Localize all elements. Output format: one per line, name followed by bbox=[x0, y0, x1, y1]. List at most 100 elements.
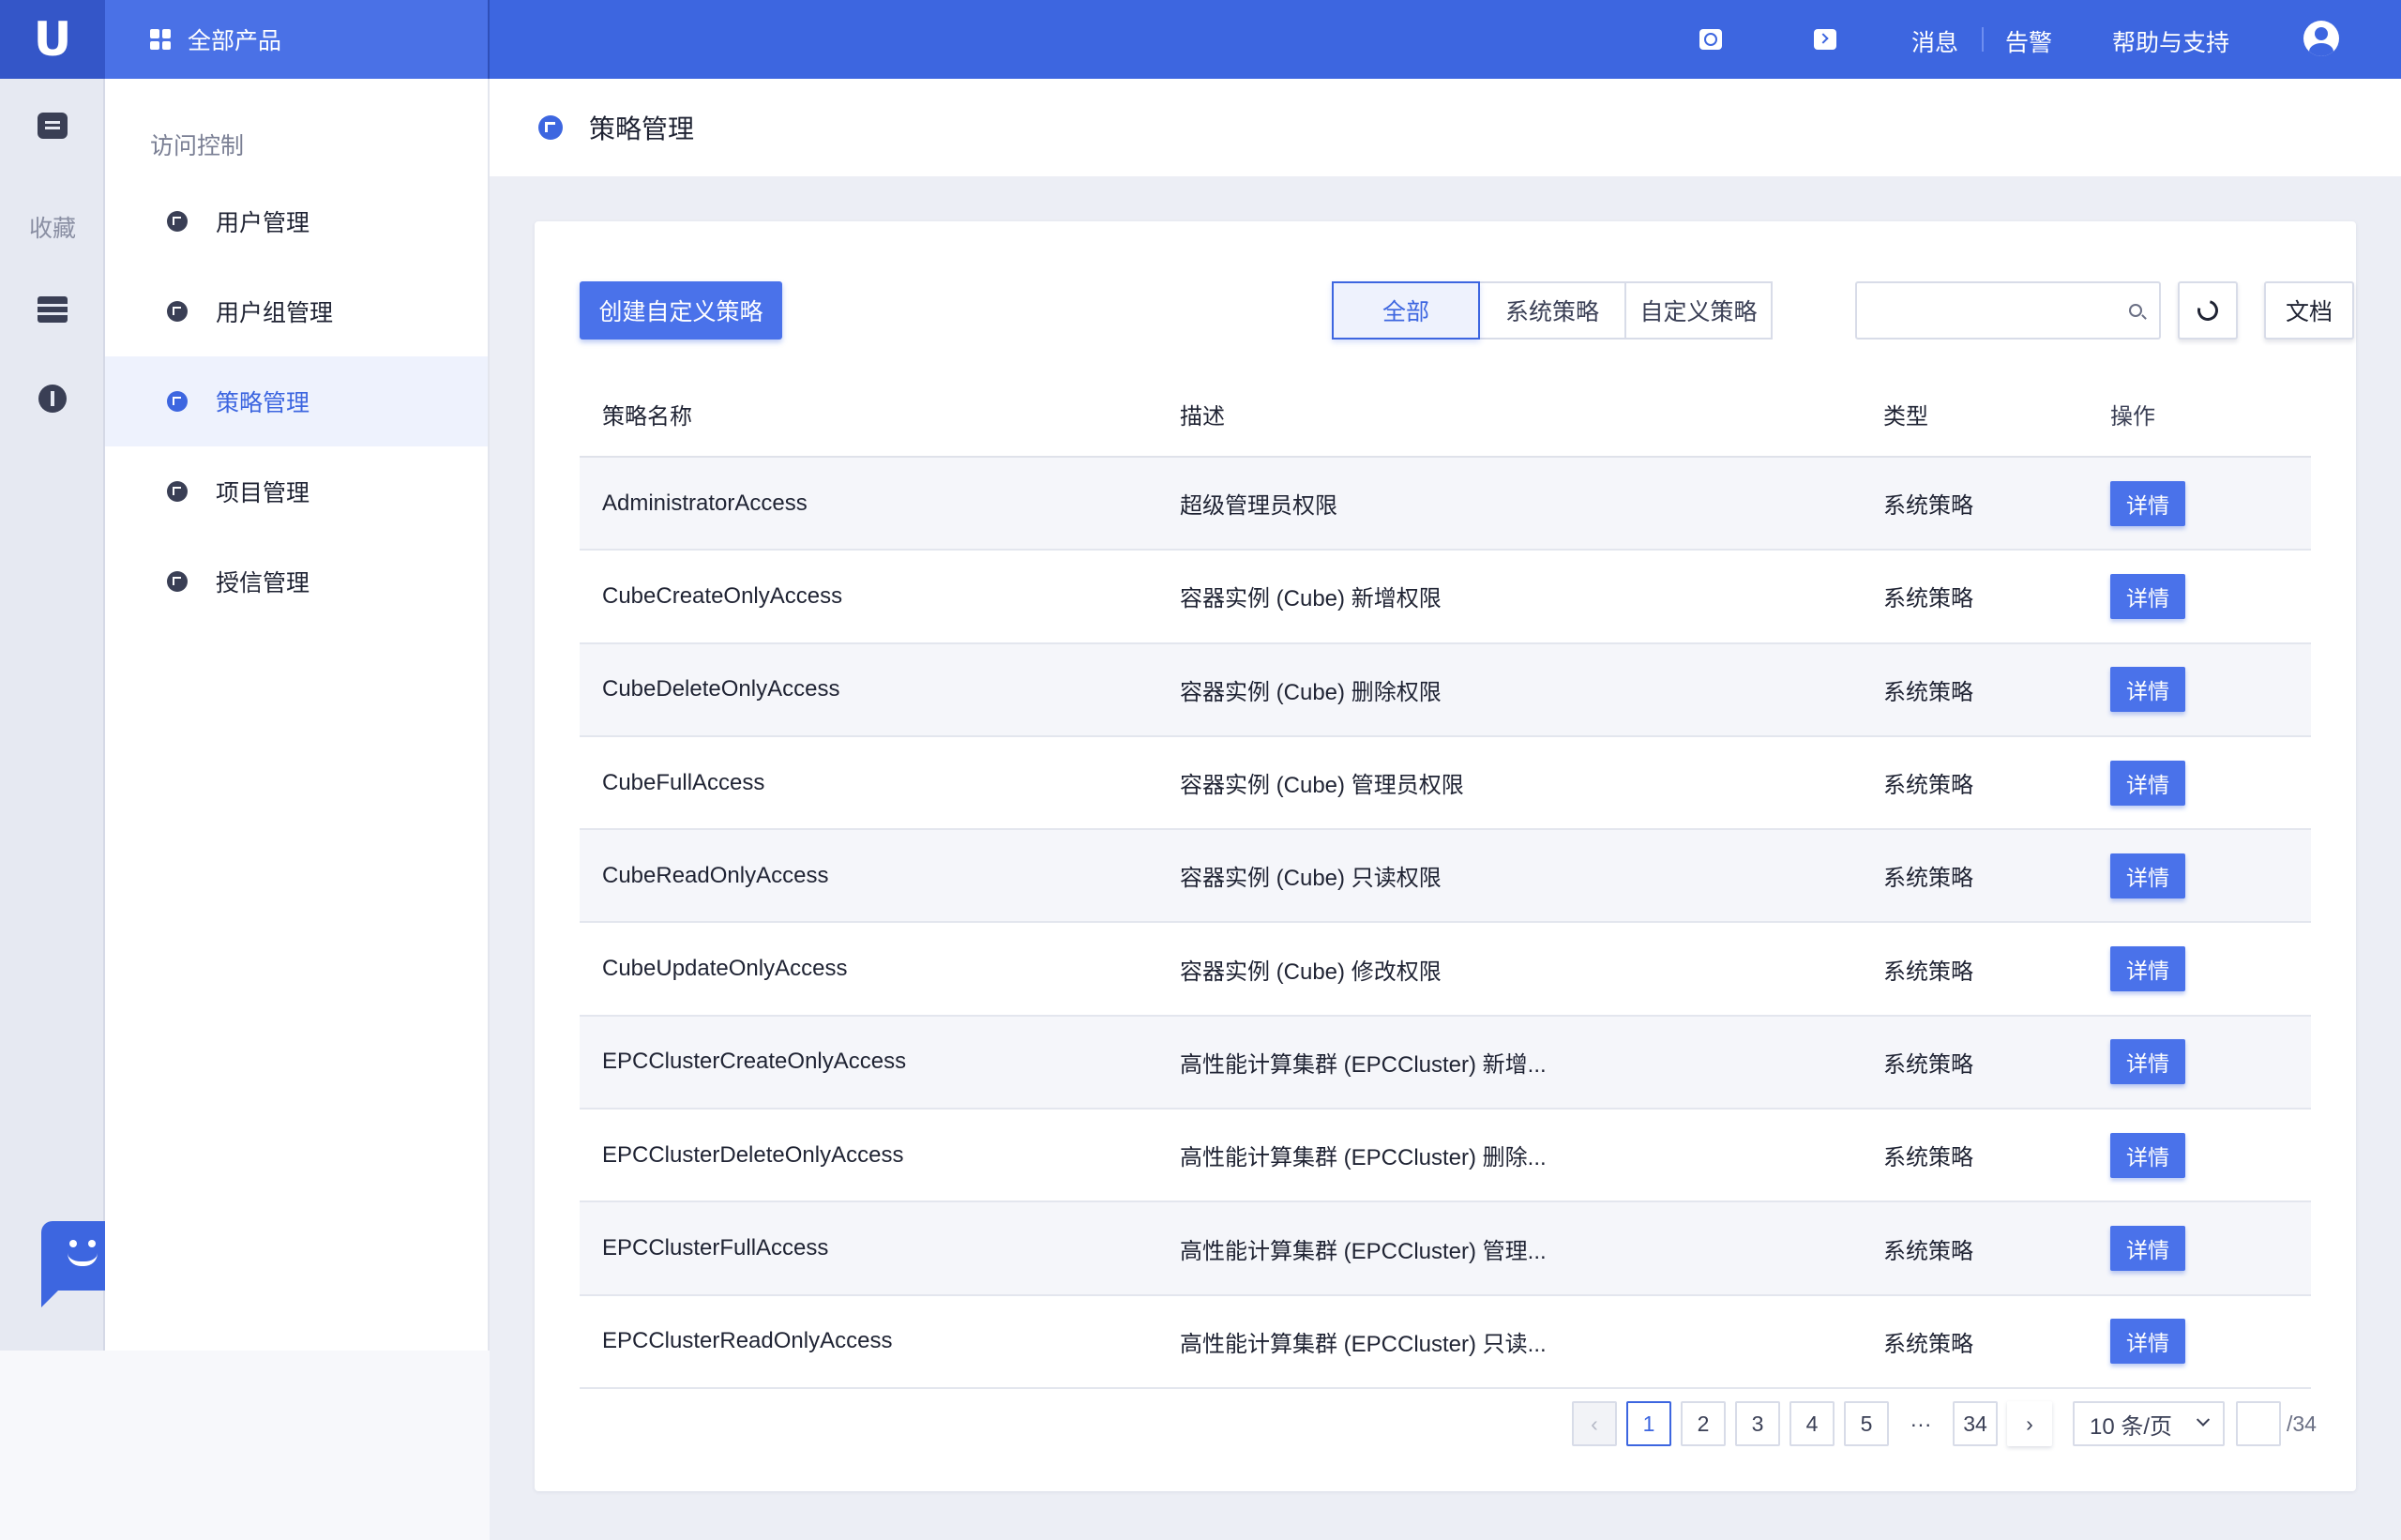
logo-mark: U bbox=[33, 12, 72, 67]
table-row: EPCClusterReadOnlyAccess 高性能计算集群 (EPCClus… bbox=[580, 1296, 2311, 1389]
policy-desc: 容器实例 (Cube) 只读权限 bbox=[1180, 866, 1442, 892]
policy-desc: 容器实例 (Cube) 管理员权限 bbox=[1180, 773, 1464, 799]
server-icon[interactable] bbox=[38, 296, 68, 323]
policy-action: 详情 bbox=[2110, 480, 2311, 526]
filter-system[interactable]: 系统策略 bbox=[1478, 281, 1626, 340]
top-divider bbox=[1982, 27, 1984, 52]
refresh-button[interactable] bbox=[2178, 281, 2238, 340]
search-icon[interactable] bbox=[2129, 304, 2142, 317]
help-support-link[interactable]: 帮助与支持 bbox=[2112, 24, 2229, 58]
page-4-button[interactable]: 4 bbox=[1789, 1401, 1835, 1446]
detail-button[interactable]: 详情 bbox=[2110, 853, 2185, 898]
search-icon[interactable] bbox=[1699, 29, 1722, 50]
pagination: ‹ 1 2 3 4 5 ··· 34 › 10 条/页 /34 bbox=[1572, 1401, 2317, 1446]
detail-button[interactable]: 详情 bbox=[2110, 946, 2185, 992]
icon-rail: 收藏 bbox=[0, 79, 105, 1351]
monitor-icon[interactable] bbox=[38, 113, 68, 139]
logo[interactable]: U bbox=[0, 0, 105, 79]
table-row: CubeFullAccess 容器实例 (Cube) 管理员权限 系统策略 详情 bbox=[580, 737, 2311, 831]
table-row: CubeCreateOnlyAccess 容器实例 (Cube) 新增权限 系统策略… bbox=[580, 551, 2311, 644]
chevron-down-icon bbox=[2196, 1412, 2211, 1427]
favorites-label[interactable]: 收藏 bbox=[0, 210, 105, 244]
cursor-icon bbox=[538, 115, 563, 140]
policy-type: 系统策略 bbox=[1883, 773, 1973, 799]
top-bar: U 全部产品 消息 告警 帮助与支持 bbox=[0, 0, 2401, 79]
column-header-type: 类型 bbox=[1883, 403, 1928, 430]
table-row: CubeUpdateOnlyAccess 容器实例 (Cube) 修改权限 系统策略… bbox=[580, 923, 2311, 1017]
detail-button[interactable]: 详情 bbox=[2110, 1039, 2185, 1085]
search-input[interactable] bbox=[1868, 293, 2112, 328]
policy-action: 详情 bbox=[2110, 573, 2311, 619]
policy-action: 详情 bbox=[2110, 1319, 2311, 1365]
table-row: CubeDeleteOnlyAccess 容器实例 (Cube) 删除权限 系统策略… bbox=[580, 643, 2311, 737]
policy-desc: 容器实例 (Cube) 新增权限 bbox=[1180, 586, 1442, 612]
detail-button[interactable]: 详情 bbox=[2110, 480, 2185, 526]
secondary-nav: 访问控制 用户管理 用户组管理 策略管理 项目管理 授信管理 bbox=[105, 79, 490, 1351]
subnav-item-projects[interactable]: 项目管理 bbox=[105, 446, 488, 536]
page-jump-input[interactable] bbox=[2236, 1401, 2281, 1446]
policy-type: 系统策略 bbox=[1883, 679, 1973, 705]
policy-type: 系统策略 bbox=[1883, 586, 1973, 612]
docs-button[interactable]: 文档 bbox=[2264, 281, 2354, 340]
network-icon[interactable] bbox=[38, 385, 67, 413]
table-header: 策略名称 描述 类型 操作 bbox=[580, 371, 2311, 458]
detail-button[interactable]: 详情 bbox=[2110, 667, 2185, 713]
page-title: 策略管理 bbox=[589, 114, 695, 143]
table-row: EPCClusterFullAccess 高性能计算集群 (EPCCluster)… bbox=[580, 1202, 2311, 1296]
page-5-button[interactable]: 5 bbox=[1844, 1401, 1889, 1446]
detail-button[interactable]: 详情 bbox=[2110, 1226, 2185, 1272]
detail-button[interactable]: 详情 bbox=[2110, 1319, 2185, 1365]
cursor-icon bbox=[167, 481, 188, 502]
subnav-item-label: 策略管理 bbox=[216, 390, 310, 416]
column-header-name: 策略名称 bbox=[602, 403, 692, 430]
subnav-item-label: 项目管理 bbox=[216, 480, 310, 506]
user-avatar-icon[interactable] bbox=[2303, 21, 2339, 56]
policy-desc: 高性能计算集群 (EPCCluster) 新增... bbox=[1180, 1051, 1547, 1078]
policy-table: 策略名称 描述 类型 操作 AdministratorAccess 超级管理员权限… bbox=[580, 371, 2311, 1389]
detail-button[interactable]: 详情 bbox=[2110, 760, 2185, 806]
page-size-select[interactable]: 10 条/页 bbox=[2073, 1401, 2225, 1446]
filter-custom[interactable]: 自定义策略 bbox=[1624, 281, 1773, 340]
chat-eye-right bbox=[88, 1240, 96, 1247]
policy-type: 系统策略 bbox=[1883, 493, 1973, 520]
next-page-button[interactable]: › bbox=[2007, 1401, 2052, 1446]
subnav-title: 访问控制 bbox=[150, 133, 245, 159]
cursor-icon bbox=[167, 301, 188, 322]
grid-icon bbox=[150, 29, 171, 50]
page-1-button[interactable]: 1 bbox=[1626, 1401, 1671, 1446]
create-custom-policy-button[interactable]: 创建自定义策略 bbox=[580, 281, 782, 340]
table-row: AdministratorAccess 超级管理员权限 系统策略 详情 bbox=[580, 458, 2311, 551]
table-row: CubeReadOnlyAccess 容器实例 (Cube) 只读权限 系统策略 详情 bbox=[580, 830, 2311, 924]
subnav-item-authorization[interactable]: 授信管理 bbox=[105, 536, 488, 627]
alerts-link[interactable]: 告警 bbox=[2005, 24, 2052, 58]
subnav-item-users[interactable]: 用户管理 bbox=[105, 176, 488, 266]
page-3-button[interactable]: 3 bbox=[1735, 1401, 1780, 1446]
search-box bbox=[1855, 281, 2161, 340]
policy-action: 详情 bbox=[2110, 853, 2311, 898]
cursor-icon bbox=[167, 391, 188, 412]
detail-button[interactable]: 详情 bbox=[2110, 1132, 2185, 1178]
page-ellipsis[interactable]: ··· bbox=[1898, 1401, 1943, 1446]
policy-type: 系统策略 bbox=[1883, 959, 1973, 985]
policy-desc: 高性能计算集群 (EPCCluster) 删除... bbox=[1180, 1145, 1547, 1171]
page-2-button[interactable]: 2 bbox=[1681, 1401, 1726, 1446]
terminal-icon[interactable] bbox=[1814, 29, 1836, 50]
policy-card: 创建自定义策略 全部 系统策略 自定义策略 文档 策略名称 描述 类型 操作 A… bbox=[535, 221, 2356, 1491]
messages-link[interactable]: 消息 bbox=[1911, 24, 1958, 58]
policy-name: EPCClusterReadOnlyAccess bbox=[602, 1328, 893, 1354]
cursor-icon bbox=[167, 571, 188, 592]
policy-type: 系统策略 bbox=[1883, 866, 1973, 892]
total-pages: /34 bbox=[2287, 1411, 2317, 1436]
policy-type: 系统策略 bbox=[1883, 1331, 1973, 1357]
filter-all[interactable]: 全部 bbox=[1332, 281, 1480, 340]
subnav-item-policies[interactable]: 策略管理 bbox=[105, 356, 488, 446]
subnav-item-user-groups[interactable]: 用户组管理 bbox=[105, 266, 488, 356]
prev-page-button[interactable]: ‹ bbox=[1572, 1401, 1617, 1446]
policy-desc: 容器实例 (Cube) 修改权限 bbox=[1180, 959, 1442, 985]
all-products-label: 全部产品 bbox=[188, 28, 282, 54]
page-last-button[interactable]: 34 bbox=[1953, 1401, 1998, 1446]
chat-eye-left bbox=[69, 1240, 77, 1247]
table-body: AdministratorAccess 超级管理员权限 系统策略 详情 CubeCrea… bbox=[580, 458, 2311, 1389]
detail-button[interactable]: 详情 bbox=[2110, 573, 2185, 619]
all-products-button[interactable]: 全部产品 bbox=[105, 0, 490, 79]
